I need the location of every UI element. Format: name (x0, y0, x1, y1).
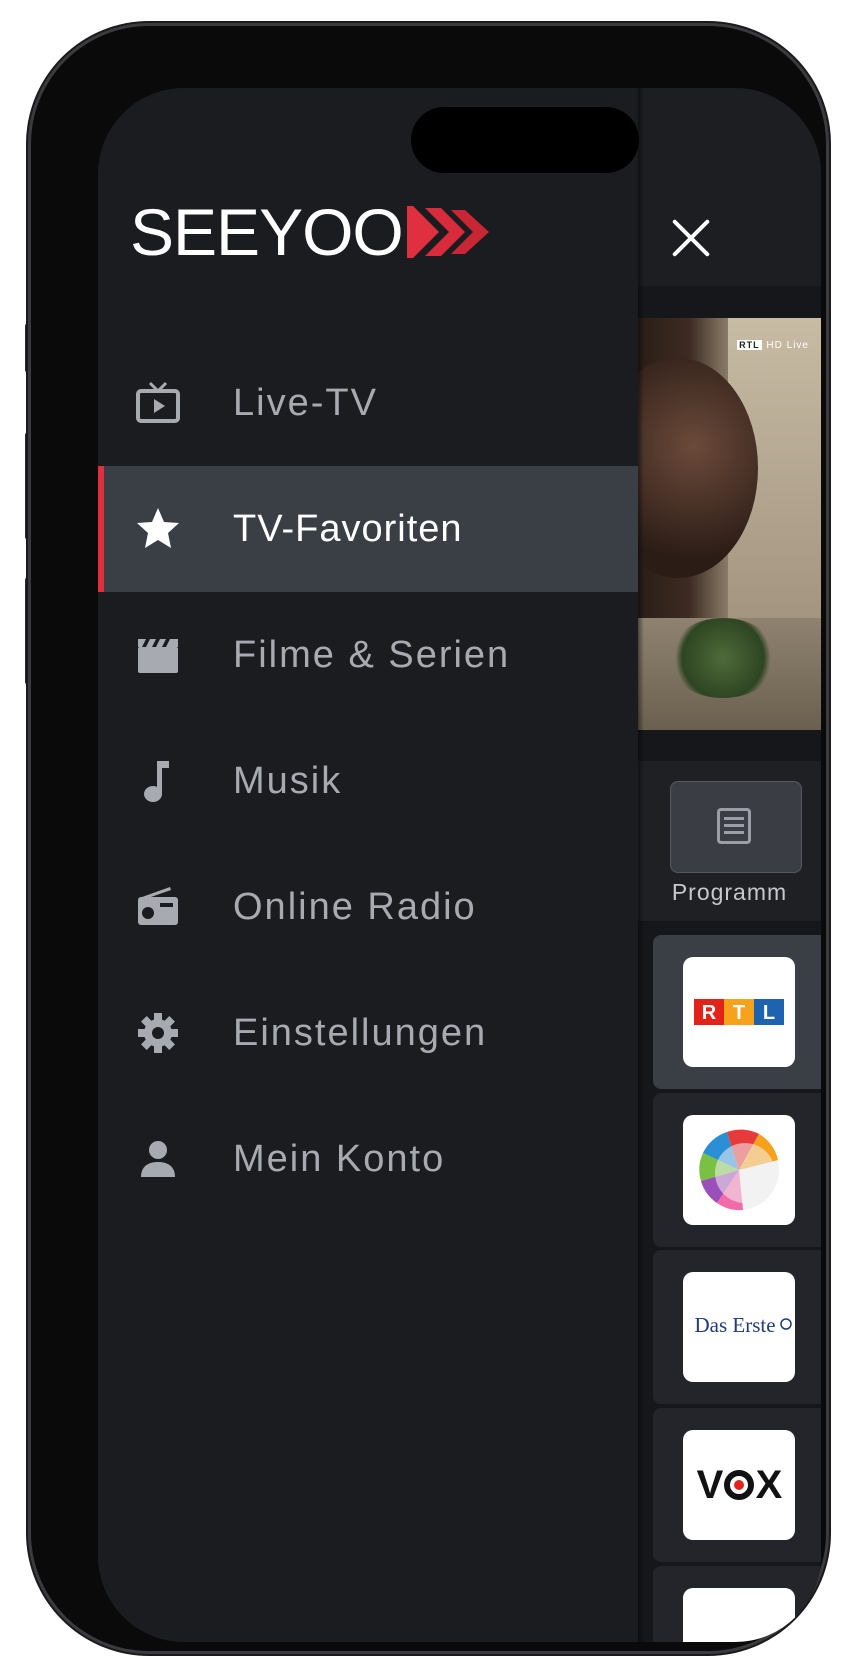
channel-item-vox[interactable]: V X (653, 1408, 821, 1562)
background-app: RTL HD Live Programm R T L Das Erste V X (638, 88, 821, 1642)
program-label: Programm (671, 879, 788, 905)
svg-text:T: T (733, 1002, 745, 1024)
menu-label: Filme & Serien (233, 634, 511, 676)
watermark-brand: RTL (737, 340, 762, 350)
program-area: Programm (638, 761, 821, 921)
user-icon (141, 1141, 175, 1177)
dynamic-island (411, 107, 639, 173)
list-icon (717, 808, 751, 844)
menu-label: Live-TV (233, 382, 378, 424)
menu-item-mein-konto[interactable]: Mein Konto (98, 1096, 638, 1222)
channel-item-rtl[interactable]: R T L (653, 935, 821, 1089)
rtl-logo: R T L (683, 957, 795, 1067)
svg-text:V: V (697, 1463, 724, 1507)
video-player[interactable]: RTL HD Live (638, 318, 821, 730)
menu-item-musik[interactable]: Musik (98, 718, 638, 844)
channel-item-sat1[interactable] (653, 1093, 821, 1247)
logo-text: SEEYOO (130, 195, 404, 269)
drawer-shadow (638, 88, 644, 1642)
channel-item-das-erste[interactable]: Das Erste (653, 1250, 821, 1404)
menu-item-live-tv[interactable]: Live-TV (98, 340, 638, 466)
watermark-suffix: HD Live (766, 340, 809, 351)
svg-text:X: X (756, 1463, 783, 1507)
phone-frame: RTL HD Live Programm R T L Das Erste V X… (31, 26, 826, 1651)
music-note-icon (144, 761, 169, 802)
video-frame-plant (668, 618, 778, 698)
channel-logo-partial (683, 1588, 795, 1642)
svg-text:Das Erste: Das Erste (694, 1313, 775, 1337)
menu-item-einstellungen[interactable]: Einstellungen (98, 970, 638, 1096)
menu-label: Musik (233, 760, 343, 802)
svg-text:L: L (763, 1002, 775, 1024)
clapperboard-icon (138, 639, 178, 673)
channel-item-partial[interactable] (653, 1566, 821, 1642)
menu-label: Mein Konto (233, 1138, 446, 1180)
menu-item-filme-serien[interactable]: Filme & Serien (98, 592, 638, 718)
logo-chevrons-icon (406, 206, 489, 258)
program-button[interactable] (670, 781, 802, 873)
close-icon[interactable] (668, 215, 714, 261)
radio-icon (138, 887, 178, 925)
menu-label: TV-Favoriten (233, 508, 463, 550)
app-header (638, 88, 821, 286)
vox-logo: V X (683, 1430, 795, 1540)
seeyoo-logo[interactable]: SEEYOO (130, 195, 495, 269)
phone-screen: RTL HD Live Programm R T L Das Erste V X… (98, 88, 821, 1642)
vox-dot (734, 1480, 744, 1490)
navigation-drawer: SEEYOO Live-TV TV-Favoriten Filme & Seri… (98, 88, 638, 1642)
star-icon (137, 508, 179, 548)
svg-text:R: R (702, 1002, 717, 1024)
menu-label: Einstellungen (233, 1012, 488, 1054)
menu-item-tv-favoriten[interactable]: TV-Favoriten (98, 466, 638, 592)
das-erste-logo: Das Erste (683, 1272, 795, 1382)
channel-watermark: RTL HD Live (737, 340, 809, 351)
sat1-logo (683, 1115, 795, 1225)
menu-label: Online Radio (233, 886, 477, 928)
tv-icon (136, 381, 180, 423)
gear-icon (138, 1013, 178, 1053)
drawer-menu: Live-TV TV-Favoriten Filme & Serien Musi… (98, 340, 638, 1222)
menu-item-online-radio[interactable]: Online Radio (98, 844, 638, 970)
